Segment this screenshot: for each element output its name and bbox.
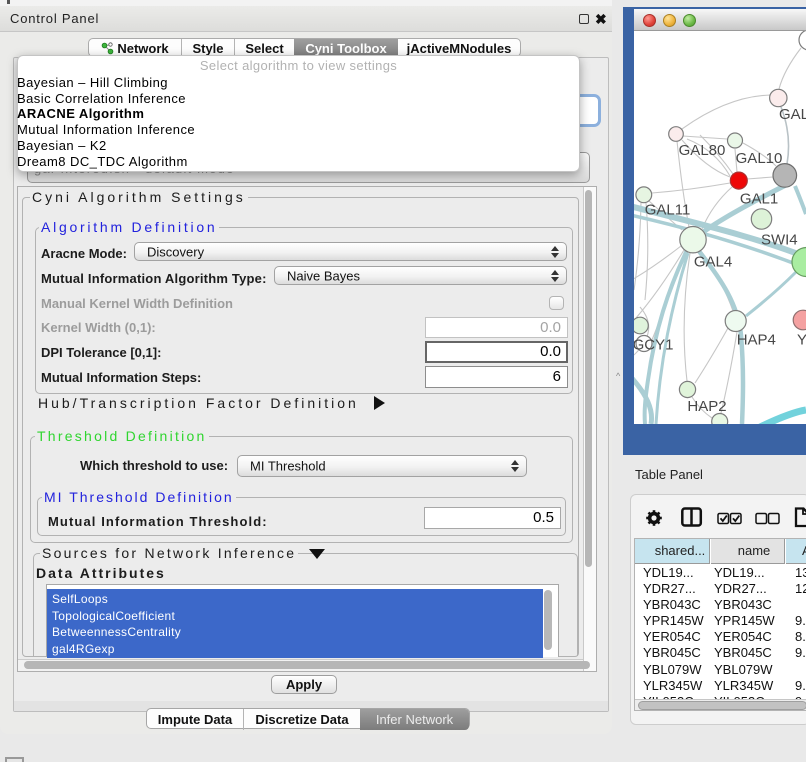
svg-text:HAP2: HAP2 (687, 398, 726, 415)
svg-text:GCY1: GCY1 (634, 337, 673, 354)
svg-text:GAL7: GAL7 (779, 106, 806, 123)
svg-text:GAL4: GAL4 (694, 254, 732, 271)
svg-text:GAL80: GAL80 (679, 142, 726, 159)
svg-text:Y: Y (797, 332, 806, 349)
svg-text:GAL10: GAL10 (736, 150, 783, 167)
svg-text:GAL1: GAL1 (740, 191, 778, 208)
svg-text:HAP4: HAP4 (737, 332, 776, 349)
svg-text:SWI4: SWI4 (761, 232, 798, 249)
svg-text:GAL11: GAL11 (645, 202, 691, 219)
